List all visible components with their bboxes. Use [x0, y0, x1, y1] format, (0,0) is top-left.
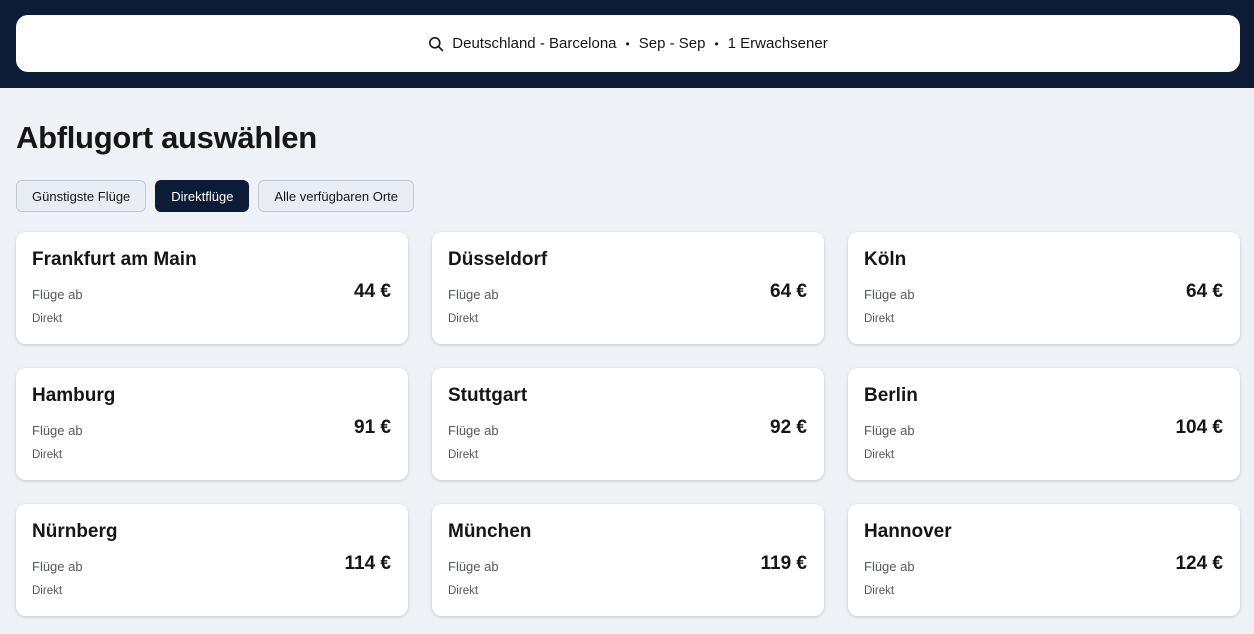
card-price: 124 €	[1175, 553, 1223, 574]
destination-grid: Frankfurt am Main Flüge ab Direkt 44 € D…	[16, 232, 1240, 616]
card-stops: Direkt	[32, 313, 63, 325]
search-icon	[429, 36, 444, 51]
card-city: Nürnberg	[32, 521, 118, 542]
card-subtitle: Flüge ab	[32, 423, 83, 438]
card-price: 92 €	[770, 417, 807, 438]
card-subtitle: Flüge ab	[32, 559, 83, 574]
card-stops: Direkt	[448, 585, 479, 597]
search-dates: Sep - Sep	[638, 35, 706, 52]
filter-cheapest-button[interactable]: Günstigste Flüge	[16, 180, 147, 212]
card-subtitle: Flüge ab	[864, 559, 915, 574]
card-price: 114 €	[344, 553, 392, 574]
card-city: München	[448, 521, 532, 542]
top-header: Deutschland - Barcelona • Sep - Sep • 1 …	[0, 0, 1254, 88]
filter-all-places-button[interactable]: Alle verfügbaren Orte	[258, 180, 414, 212]
origin-card[interactable]: Düsseldorf Flüge ab Direkt 64 €	[432, 232, 824, 344]
card-stops: Direkt	[864, 449, 895, 461]
card-price: 64 €	[1186, 281, 1223, 302]
origin-card[interactable]: Hamburg Flüge ab Direkt 91 €	[16, 368, 408, 480]
card-city: Hamburg	[32, 385, 116, 406]
separator-dot: •	[625, 36, 630, 51]
card-price: 44 €	[354, 281, 391, 302]
origin-card[interactable]: Köln Flüge ab Direkt 64 €	[848, 232, 1240, 344]
card-subtitle: Flüge ab	[448, 287, 499, 302]
card-city: Hannover	[864, 521, 952, 542]
card-subtitle: Flüge ab	[448, 423, 499, 438]
card-subtitle: Flüge ab	[448, 559, 499, 574]
card-subtitle: Flüge ab	[864, 423, 915, 438]
card-stops: Direkt	[32, 585, 63, 597]
card-stops: Direkt	[448, 449, 479, 461]
search-passengers: 1 Erwachsener	[727, 35, 828, 52]
separator-dot: •	[714, 36, 719, 51]
origin-card[interactable]: Stuttgart Flüge ab Direkt 92 €	[432, 368, 824, 480]
card-city: Berlin	[864, 385, 918, 406]
card-stops: Direkt	[864, 585, 895, 597]
origin-card[interactable]: Frankfurt am Main Flüge ab Direkt 44 €	[16, 232, 408, 344]
card-city: Frankfurt am Main	[32, 249, 197, 270]
origin-card[interactable]: München Flüge ab Direkt 119 €	[432, 504, 824, 616]
card-price: 64 €	[770, 281, 807, 302]
origin-card[interactable]: Nürnberg Flüge ab Direkt 114 €	[16, 504, 408, 616]
origin-card[interactable]: Berlin Flüge ab Direkt 104 €	[848, 368, 1240, 480]
filter-direct-button[interactable]: Direktflüge	[155, 180, 250, 212]
card-price: 91 €	[354, 417, 391, 438]
card-stops: Direkt	[864, 313, 895, 325]
origin-card[interactable]: Hannover Flüge ab Direkt 124 €	[848, 504, 1240, 616]
card-stops: Direkt	[32, 449, 63, 461]
card-stops: Direkt	[448, 313, 479, 325]
filter-bar: Günstigste Flüge Direktflüge Alle verfüg…	[16, 180, 414, 212]
search-summary-button[interactable]: Deutschland - Barcelona • Sep - Sep • 1 …	[16, 15, 1240, 72]
card-price: 119 €	[760, 553, 808, 574]
page-title: Abflugort auswählen	[16, 120, 317, 155]
card-city: Düsseldorf	[448, 249, 548, 270]
card-city: Köln	[864, 249, 907, 270]
search-route: Deutschland - Barcelona	[452, 35, 617, 52]
card-subtitle: Flüge ab	[864, 287, 915, 302]
card-city: Stuttgart	[448, 385, 528, 406]
card-price: 104 €	[1175, 417, 1223, 438]
card-subtitle: Flüge ab	[32, 287, 83, 302]
